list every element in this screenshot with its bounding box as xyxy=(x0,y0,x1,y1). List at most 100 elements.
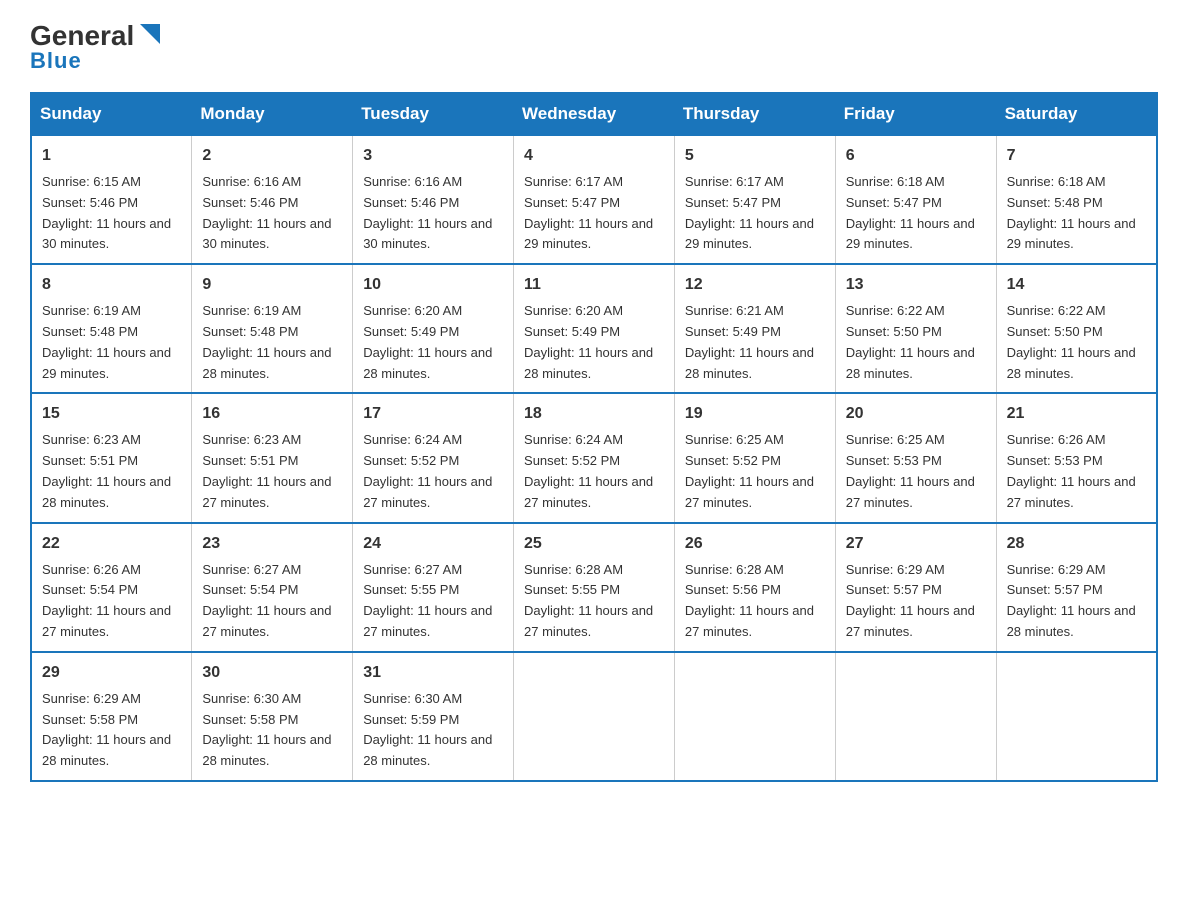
calendar-cell: 5 Sunrise: 6:17 AMSunset: 5:47 PMDaylight… xyxy=(674,135,835,264)
day-info: Sunrise: 6:25 AMSunset: 5:53 PMDaylight:… xyxy=(846,430,986,513)
day-info: Sunrise: 6:24 AMSunset: 5:52 PMDaylight:… xyxy=(363,430,503,513)
day-info: Sunrise: 6:29 AMSunset: 5:58 PMDaylight:… xyxy=(42,689,181,772)
calendar-cell: 13 Sunrise: 6:22 AMSunset: 5:50 PMDayligh… xyxy=(835,264,996,393)
day-info: Sunrise: 6:30 AMSunset: 5:59 PMDaylight:… xyxy=(363,689,503,772)
calendar-cell: 29Sunrise: 6:29 AMSunset: 5:58 PMDayligh… xyxy=(31,652,192,781)
logo-blue: Blue xyxy=(30,48,82,74)
day-number: 11 xyxy=(524,273,664,297)
calendar-cell: 17 Sunrise: 6:24 AMSunset: 5:52 PMDayligh… xyxy=(353,393,514,522)
col-header-friday: Friday xyxy=(835,93,996,135)
day-number: 25 xyxy=(524,532,664,556)
calendar-cell: 14 Sunrise: 6:22 AMSunset: 5:50 PMDayligh… xyxy=(996,264,1157,393)
day-info: Sunrise: 6:26 AMSunset: 5:54 PMDaylight:… xyxy=(42,560,181,643)
day-number: 7 xyxy=(1007,144,1146,168)
day-number: 17 xyxy=(363,402,503,426)
day-info: Sunrise: 6:16 AMSunset: 5:46 PMDaylight:… xyxy=(363,172,503,255)
col-header-thursday: Thursday xyxy=(674,93,835,135)
day-number: 24 xyxy=(363,532,503,556)
day-number: 8 xyxy=(42,273,181,297)
col-header-sunday: Sunday xyxy=(31,93,192,135)
calendar-cell: 26 Sunrise: 6:28 AMSunset: 5:56 PMDayligh… xyxy=(674,523,835,652)
calendar-cell: 23Sunrise: 6:27 AMSunset: 5:54 PMDayligh… xyxy=(192,523,353,652)
day-info: Sunrise: 6:18 AMSunset: 5:48 PMDaylight:… xyxy=(1007,172,1146,255)
calendar-week-row: 1 Sunrise: 6:15 AMSunset: 5:46 PMDaylight… xyxy=(31,135,1157,264)
day-info: Sunrise: 6:21 AMSunset: 5:49 PMDaylight:… xyxy=(685,301,825,384)
day-info: Sunrise: 6:22 AMSunset: 5:50 PMDaylight:… xyxy=(846,301,986,384)
calendar-cell: 10Sunrise: 6:20 AMSunset: 5:49 PMDayligh… xyxy=(353,264,514,393)
day-info: Sunrise: 6:29 AMSunset: 5:57 PMDaylight:… xyxy=(1007,560,1146,643)
day-info: Sunrise: 6:23 AMSunset: 5:51 PMDaylight:… xyxy=(42,430,181,513)
day-number: 15 xyxy=(42,402,181,426)
day-info: Sunrise: 6:16 AMSunset: 5:46 PMDaylight:… xyxy=(202,172,342,255)
col-header-wednesday: Wednesday xyxy=(514,93,675,135)
day-number: 13 xyxy=(846,273,986,297)
day-number: 31 xyxy=(363,661,503,685)
calendar-cell xyxy=(514,652,675,781)
calendar-cell: 7 Sunrise: 6:18 AMSunset: 5:48 PMDaylight… xyxy=(996,135,1157,264)
day-info: Sunrise: 6:17 AMSunset: 5:47 PMDaylight:… xyxy=(524,172,664,255)
col-header-monday: Monday xyxy=(192,93,353,135)
day-number: 19 xyxy=(685,402,825,426)
day-info: Sunrise: 6:30 AMSunset: 5:58 PMDaylight:… xyxy=(202,689,342,772)
day-number: 12 xyxy=(685,273,825,297)
day-info: Sunrise: 6:22 AMSunset: 5:50 PMDaylight:… xyxy=(1007,301,1146,384)
day-info: Sunrise: 6:20 AMSunset: 5:49 PMDaylight:… xyxy=(363,301,503,384)
day-number: 20 xyxy=(846,402,986,426)
day-number: 4 xyxy=(524,144,664,168)
day-info: Sunrise: 6:23 AMSunset: 5:51 PMDaylight:… xyxy=(202,430,342,513)
day-number: 27 xyxy=(846,532,986,556)
calendar-week-row: 22 Sunrise: 6:26 AMSunset: 5:54 PMDayligh… xyxy=(31,523,1157,652)
day-number: 26 xyxy=(685,532,825,556)
day-number: 6 xyxy=(846,144,986,168)
calendar-cell: 12 Sunrise: 6:21 AMSunset: 5:49 PMDayligh… xyxy=(674,264,835,393)
calendar-cell: 27Sunrise: 6:29 AMSunset: 5:57 PMDayligh… xyxy=(835,523,996,652)
day-number: 1 xyxy=(42,144,181,168)
day-info: Sunrise: 6:18 AMSunset: 5:47 PMDaylight:… xyxy=(846,172,986,255)
day-number: 9 xyxy=(202,273,342,297)
calendar-cell: 11Sunrise: 6:20 AMSunset: 5:49 PMDayligh… xyxy=(514,264,675,393)
calendar-cell: 18Sunrise: 6:24 AMSunset: 5:52 PMDayligh… xyxy=(514,393,675,522)
day-info: Sunrise: 6:28 AMSunset: 5:55 PMDaylight:… xyxy=(524,560,664,643)
calendar-cell: 3 Sunrise: 6:16 AMSunset: 5:46 PMDaylight… xyxy=(353,135,514,264)
calendar-cell: 20 Sunrise: 6:25 AMSunset: 5:53 PMDayligh… xyxy=(835,393,996,522)
day-info: Sunrise: 6:28 AMSunset: 5:56 PMDaylight:… xyxy=(685,560,825,643)
calendar-cell: 8Sunrise: 6:19 AMSunset: 5:48 PMDaylight… xyxy=(31,264,192,393)
calendar-cell: 22 Sunrise: 6:26 AMSunset: 5:54 PMDayligh… xyxy=(31,523,192,652)
calendar-cell: 31 Sunrise: 6:30 AMSunset: 5:59 PMDayligh… xyxy=(353,652,514,781)
calendar-cell: 21 Sunrise: 6:26 AMSunset: 5:53 PMDayligh… xyxy=(996,393,1157,522)
day-info: Sunrise: 6:24 AMSunset: 5:52 PMDaylight:… xyxy=(524,430,664,513)
calendar-cell: 6 Sunrise: 6:18 AMSunset: 5:47 PMDaylight… xyxy=(835,135,996,264)
day-info: Sunrise: 6:25 AMSunset: 5:52 PMDaylight:… xyxy=(685,430,825,513)
calendar-cell: 25 Sunrise: 6:28 AMSunset: 5:55 PMDayligh… xyxy=(514,523,675,652)
calendar-cell: 4 Sunrise: 6:17 AMSunset: 5:47 PMDaylight… xyxy=(514,135,675,264)
calendar-cell xyxy=(835,652,996,781)
col-header-tuesday: Tuesday xyxy=(353,93,514,135)
header: General Blue xyxy=(30,20,1158,74)
day-number: 23 xyxy=(202,532,342,556)
logo-triangle-icon xyxy=(136,20,164,48)
day-number: 5 xyxy=(685,144,825,168)
calendar-cell xyxy=(996,652,1157,781)
calendar-week-row: 15 Sunrise: 6:23 AMSunset: 5:51 PMDayligh… xyxy=(31,393,1157,522)
day-info: Sunrise: 6:19 AMSunset: 5:48 PMDaylight:… xyxy=(202,301,342,384)
calendar-cell xyxy=(674,652,835,781)
day-number: 14 xyxy=(1007,273,1146,297)
page: General Blue SundayMondayTuesdayWednesda… xyxy=(0,0,1188,802)
day-number: 3 xyxy=(363,144,503,168)
calendar-cell: 15 Sunrise: 6:23 AMSunset: 5:51 PMDayligh… xyxy=(31,393,192,522)
calendar-cell: 1 Sunrise: 6:15 AMSunset: 5:46 PMDaylight… xyxy=(31,135,192,264)
calendar-week-row: 8 Sunrise: 6:19 AMSunset: 5:48 PMDaylight… xyxy=(31,264,1157,393)
day-info: Sunrise: 6:26 AMSunset: 5:53 PMDaylight:… xyxy=(1007,430,1146,513)
calendar-cell: 9 Sunrise: 6:19 AMSunset: 5:48 PMDaylight… xyxy=(192,264,353,393)
day-info: Sunrise: 6:15 AMSunset: 5:46 PMDaylight:… xyxy=(42,172,181,255)
day-info: Sunrise: 6:17 AMSunset: 5:47 PMDaylight:… xyxy=(685,172,825,255)
day-number: 2 xyxy=(202,144,342,168)
calendar-cell: 2 Sunrise: 6:16 AMSunset: 5:46 PMDaylight… xyxy=(192,135,353,264)
calendar-cell: 24 Sunrise: 6:27 AMSunset: 5:55 PMDayligh… xyxy=(353,523,514,652)
day-info: Sunrise: 6:27 AMSunset: 5:55 PMDaylight:… xyxy=(363,560,503,643)
day-number: 22 xyxy=(42,532,181,556)
day-number: 16 xyxy=(202,402,342,426)
day-number: 30 xyxy=(202,661,342,685)
col-header-saturday: Saturday xyxy=(996,93,1157,135)
day-number: 21 xyxy=(1007,402,1146,426)
